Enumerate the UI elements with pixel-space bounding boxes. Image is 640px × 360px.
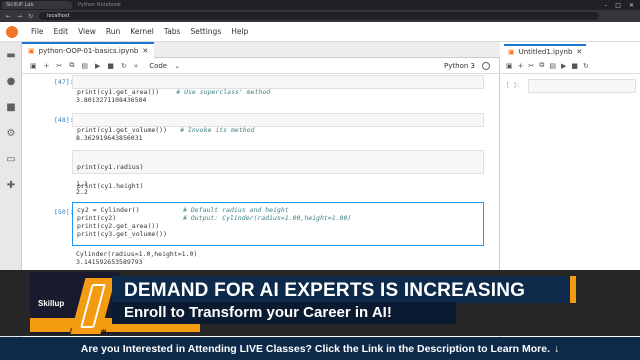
- commands-icon[interactable]: ■: [0, 94, 22, 120]
- cell-output: 3.8013271108436504: [76, 96, 147, 104]
- address-bar-row: ← → ↻ localhost: [0, 10, 640, 22]
- cell-output: 8.362919643856031: [76, 134, 143, 142]
- close-icon[interactable]: ✕: [629, 2, 634, 9]
- menubar: File Edit View Run Kernel Tabs Settings …: [0, 22, 640, 42]
- run-icon[interactable]: ▶: [561, 62, 566, 70]
- stop-icon[interactable]: ■: [571, 62, 578, 70]
- cell-comment: # Use superclass' method: [176, 88, 271, 96]
- browser-tab[interactable]: Python Notebook: [74, 1, 144, 9]
- cell-prompt: [48]:: [54, 116, 74, 124]
- restart-icon[interactable]: ↻: [121, 62, 127, 70]
- maximize-icon[interactable]: □: [615, 2, 621, 9]
- menu-file[interactable]: File: [26, 27, 49, 36]
- promo-subline: Enroll to Transform your Career in AI!: [124, 304, 392, 321]
- save-icon[interactable]: ▣: [506, 62, 513, 70]
- cell-code[interactable]: cy2 = Cylinder() print(cy2) print(cy2.ge…: [77, 206, 177, 242]
- copy-icon[interactable]: ⧉: [69, 61, 74, 70]
- secondary-tab-title: Untitled1.ipynb: [518, 48, 573, 56]
- notebook-icon: ▣: [508, 48, 515, 56]
- empty-code-cell[interactable]: [528, 79, 636, 93]
- cell-prompt: [ ]:: [506, 82, 521, 89]
- cut-icon[interactable]: ✂: [57, 62, 63, 70]
- folder-icon[interactable]: ▬: [0, 42, 22, 68]
- bottom-cta-strip[interactable]: Are you Interested in Attending LIVE Cla…: [0, 337, 640, 360]
- fast-forward-icon[interactable]: »: [134, 62, 138, 70]
- kernel-name[interactable]: Python 3: [444, 62, 475, 70]
- chevron-down-icon[interactable]: ⌄: [174, 62, 180, 70]
- running-icon[interactable]: ●: [0, 68, 22, 94]
- bottom-cta-text: Are you Interested in Attending LIVE Cla…: [80, 342, 551, 355]
- cell-type-select[interactable]: Code: [149, 62, 167, 70]
- address-field[interactable]: localhost: [39, 12, 600, 20]
- reload-icon[interactable]: ↻: [28, 13, 33, 20]
- secondary-toolbar: ▣ + ✂ ⧉ ▤ ▶ ■ ↻: [500, 58, 640, 74]
- cell-output: Cylinder(radius=1.0,height=1.0) 3.141592…: [76, 250, 198, 266]
- property-inspector-icon[interactable]: ⚙: [0, 120, 22, 146]
- paste-icon[interactable]: ▤: [81, 62, 88, 70]
- cell-prompt: [47]:: [54, 78, 74, 86]
- notebook-icon: ▣: [28, 47, 35, 55]
- secondary-notebook-tab[interactable]: ▣ Untitled1.ipynb ✕: [504, 44, 587, 58]
- tabs-icon[interactable]: ▭: [0, 146, 22, 172]
- extension-icon[interactable]: ✚: [0, 172, 22, 198]
- notebook-tab-title: python-OOP-01-basics.ipynb: [38, 47, 139, 55]
- notebook-toolbar: ▣ + ✂ ⧉ ▤ ▶ ■ ↻ » Code ⌄ Python 3: [22, 58, 500, 74]
- kernel-status-icon: [482, 61, 490, 70]
- run-icon[interactable]: ▶: [95, 62, 100, 70]
- cell-prompt: [50]:: [54, 208, 74, 216]
- promo-headline: DEMAND FOR AI EXPERTS IS INCREASING: [124, 280, 526, 301]
- active-code-cell[interactable]: cy2 = Cylinder() print(cy2) print(cy2.ge…: [72, 202, 484, 246]
- back-icon[interactable]: ←: [6, 13, 11, 20]
- close-tab-icon[interactable]: ✕: [576, 48, 582, 56]
- menu-settings[interactable]: Settings: [185, 27, 226, 36]
- brand-logo: Skillup: [38, 298, 65, 308]
- add-cell-icon[interactable]: +: [44, 62, 50, 70]
- jupyter-logo-icon: [6, 25, 18, 38]
- menu-kernel[interactable]: Kernel: [125, 27, 159, 36]
- menu-view[interactable]: View: [73, 27, 101, 36]
- cell-comment: # Invoke its method: [180, 126, 255, 134]
- window-controls: – □ ✕: [604, 2, 640, 9]
- cell-code[interactable]: print(cy1.get_area()): [77, 88, 159, 96]
- close-tab-icon[interactable]: ✕: [142, 47, 148, 55]
- restart-icon[interactable]: ↻: [583, 62, 589, 70]
- arrow-down-icon: ↓: [554, 342, 560, 355]
- copy-icon[interactable]: ⧉: [539, 61, 544, 70]
- cell-output: 1.1 2.2: [76, 180, 88, 196]
- menu-run[interactable]: Run: [101, 27, 125, 36]
- code-cell[interactable]: print(cy1.get_area()) # Use superclass' …: [72, 75, 484, 96]
- save-icon[interactable]: ▣: [30, 62, 37, 70]
- code-cell[interactable]: print(cy1.get_volume()) # Invoke its met…: [72, 113, 484, 134]
- browser-tab-strip: SkillUP Lab Python Notebook – □ ✕: [0, 0, 640, 10]
- code-cell[interactable]: print(cy1.radius) print(cy1.height): [72, 150, 484, 190]
- paste-icon[interactable]: ▤: [549, 62, 556, 70]
- cell-comment: # Default radius and height # Output: Cy…: [183, 206, 352, 222]
- notebook-tab[interactable]: ▣ python-OOP-01-basics.ipynb ✕: [22, 42, 155, 58]
- stop-icon[interactable]: ■: [107, 62, 114, 70]
- forward-icon[interactable]: →: [17, 13, 22, 20]
- menu-edit[interactable]: Edit: [49, 27, 74, 36]
- menu-help[interactable]: Help: [226, 27, 253, 36]
- browser-tab[interactable]: SkillUP Lab: [2, 1, 72, 9]
- minimize-icon[interactable]: –: [604, 2, 607, 9]
- add-cell-icon[interactable]: +: [518, 62, 524, 70]
- cell-code[interactable]: print(cy1.get_volume()): [77, 126, 167, 134]
- menu-tabs[interactable]: Tabs: [159, 27, 186, 36]
- cut-icon[interactable]: ✂: [529, 62, 535, 70]
